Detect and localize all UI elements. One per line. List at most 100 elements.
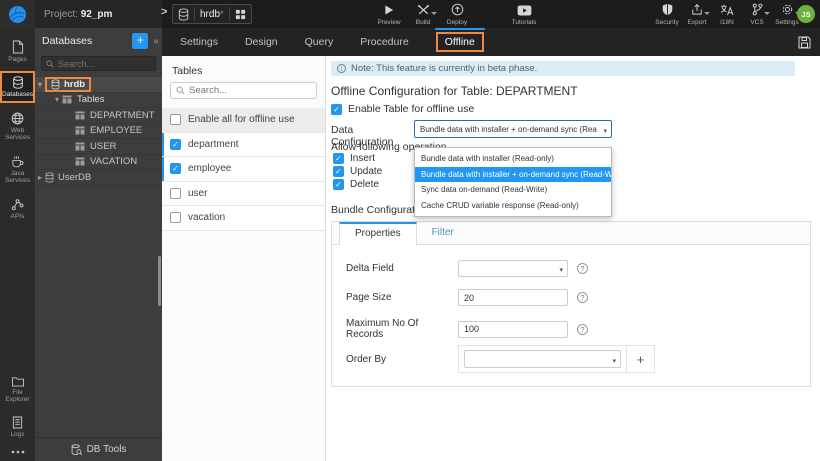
globe-icon xyxy=(11,112,24,125)
operation-update-row[interactable]: ✓ Update xyxy=(333,166,382,177)
bundle-configuration-panel: Properties Filter Delta Field ▾ ? Page S… xyxy=(331,221,811,387)
sidebar-item-more[interactable] xyxy=(0,445,35,458)
tree-node-table[interactable]: USER xyxy=(35,139,162,155)
logs-document-icon xyxy=(12,416,23,428)
chevron-down-icon xyxy=(704,12,710,15)
grid-view-icon[interactable] xyxy=(235,9,246,20)
delta-field-label: Delta Field xyxy=(346,263,394,274)
tables-search[interactable] xyxy=(170,82,317,99)
tree-expand-caret-icon[interactable]: ▾ xyxy=(52,95,62,104)
panel-scrollbar[interactable] xyxy=(158,256,161,306)
dropdown-option[interactable]: Cache CRUD variable response (Read-only) xyxy=(415,198,611,214)
db-tools-button[interactable]: DB Tools xyxy=(35,437,162,461)
delta-field-select[interactable]: ▾ xyxy=(458,260,568,277)
build-button[interactable]: Build xyxy=(406,3,440,26)
max-records-row: Maximum No Of Records ? xyxy=(346,318,588,340)
tables-panel-title: Tables xyxy=(172,65,203,77)
tab-filter[interactable]: Filter xyxy=(417,222,469,244)
tree-node-label: VACATION xyxy=(90,156,138,168)
databases-search-input[interactable] xyxy=(58,58,148,69)
dropdown-option-selected[interactable]: Bundle data with installer + on-demand s… xyxy=(415,166,611,182)
dropdown-option[interactable]: Bundle data with installer (Read-only) xyxy=(415,151,611,167)
tree-node-tables-group[interactable]: ▾ Tables xyxy=(35,93,162,108)
tree-node-table[interactable]: VACATION xyxy=(35,155,162,170)
max-records-input[interactable] xyxy=(464,324,562,334)
i18n-button[interactable]: I18N xyxy=(712,3,742,26)
sidebar-item-logs[interactable]: Logs xyxy=(0,411,35,442)
order-by-add-button[interactable]: + xyxy=(627,346,654,372)
sidebar-item-apis[interactable]: APIs xyxy=(0,193,35,224)
update-checkbox[interactable]: ✓ xyxy=(333,166,344,177)
table-row-department[interactable]: ✓ department xyxy=(162,132,325,157)
sidebar-item-file-explorer[interactable]: File Explorer xyxy=(0,371,35,408)
help-icon[interactable]: ? xyxy=(577,263,588,274)
enable-all-checkbox[interactable] xyxy=(170,114,181,126)
tree-expand-caret-icon[interactable]: ▾ xyxy=(35,80,45,89)
table-row-vacation[interactable]: vacation xyxy=(162,206,325,231)
sidebar-item-pages[interactable]: Pages xyxy=(0,35,35,67)
tree-node-userdb[interactable]: ▸ UserDB xyxy=(35,170,162,186)
breadcrumb-chevron-icon[interactable]: > xyxy=(161,6,167,18)
help-icon[interactable]: ? xyxy=(577,323,588,335)
enable-table-row[interactable]: ✓ Enable Table for offline use xyxy=(331,103,474,115)
database-icon xyxy=(12,76,23,90)
table-checkbox[interactable]: ✓ xyxy=(170,138,181,150)
save-database-icon[interactable] xyxy=(798,36,811,49)
export-button[interactable]: Export xyxy=(682,3,712,26)
security-button[interactable]: Security xyxy=(652,3,682,26)
tab-query[interactable]: Query xyxy=(305,36,334,48)
table-icon xyxy=(75,111,85,120)
enable-table-checkbox[interactable]: ✓ xyxy=(331,103,342,115)
page-size-input[interactable] xyxy=(464,292,562,303)
app-logo[interactable] xyxy=(0,0,35,28)
left-icon-sidebar: Pages Databases Web Services Java Servic… xyxy=(0,28,35,461)
tab-properties[interactable]: Properties xyxy=(339,222,417,245)
databases-panel-title: Databases xyxy=(42,35,93,47)
sidebar-item-databases[interactable]: Databases xyxy=(0,71,35,103)
table-icon xyxy=(75,157,85,166)
tree-node-hrdb[interactable]: ▾ hrdb xyxy=(35,76,162,93)
user-avatar[interactable]: JS xyxy=(797,5,815,23)
tree-node-table[interactable]: EMPLOYEE xyxy=(35,124,162,139)
help-icon[interactable]: ? xyxy=(577,292,588,303)
tab-settings[interactable]: Settings xyxy=(180,36,218,48)
table-row-employee[interactable]: ✓ employee xyxy=(162,157,325,182)
tab-offline[interactable]: Offline xyxy=(434,28,486,52)
open-entity-tab-hrdb[interactable]: hrdb* xyxy=(172,4,252,24)
order-by-select[interactable]: ▾ xyxy=(464,350,621,368)
row-label: employee xyxy=(188,163,232,175)
table-checkbox[interactable] xyxy=(170,187,181,199)
deploy-button[interactable]: Deploy xyxy=(440,3,474,26)
tree-collapsed-caret-icon[interactable]: ▸ xyxy=(35,173,45,182)
tab-design[interactable]: Design xyxy=(245,36,278,48)
dropdown-option[interactable]: Sync data on-demand (Read-Write) xyxy=(415,182,611,198)
sidebar-item-web-services[interactable]: Web Services xyxy=(0,107,35,146)
vcs-button[interactable]: VCS xyxy=(742,3,772,26)
table-icon xyxy=(62,95,72,104)
insert-checkbox[interactable]: ✓ xyxy=(333,153,344,164)
databases-search[interactable] xyxy=(41,56,156,71)
tutorials-button[interactable]: Tutorials xyxy=(505,3,543,26)
data-configuration-select[interactable]: Bundle data with installer + on-demand s… xyxy=(414,120,612,138)
sidebar-item-java-services[interactable]: Java Services xyxy=(0,150,35,189)
operation-delete-row[interactable]: ✓ Delete xyxy=(333,179,379,190)
delete-checkbox[interactable]: ✓ xyxy=(333,179,344,190)
select-caret-icon: ▾ xyxy=(612,358,616,365)
page-size-label: Page Size xyxy=(346,292,392,303)
entity-tab-bar: Settings Design Query Procedure Offline xyxy=(162,28,820,56)
collapse-panel-icon[interactable]: « xyxy=(153,36,159,47)
build-tools-icon xyxy=(417,4,429,15)
operation-insert-row[interactable]: ✓ Insert xyxy=(333,153,375,164)
table-row-user[interactable]: user xyxy=(162,181,325,206)
bundle-tabs: Properties Filter xyxy=(332,222,810,245)
enable-all-row[interactable]: Enable all for offline use xyxy=(162,108,325,133)
tab-procedure[interactable]: Procedure xyxy=(360,36,408,48)
data-configuration-dropdown: Bundle data with installer (Read-only) B… xyxy=(414,147,612,217)
tables-search-input[interactable] xyxy=(189,85,299,96)
tree-node-table[interactable]: DEPARTMENT xyxy=(35,108,162,124)
add-database-button[interactable]: + xyxy=(132,33,149,49)
chevron-down-icon xyxy=(763,12,770,15)
table-checkbox[interactable] xyxy=(170,212,181,224)
table-checkbox[interactable]: ✓ xyxy=(170,163,181,175)
preview-button[interactable]: Preview xyxy=(372,3,406,26)
